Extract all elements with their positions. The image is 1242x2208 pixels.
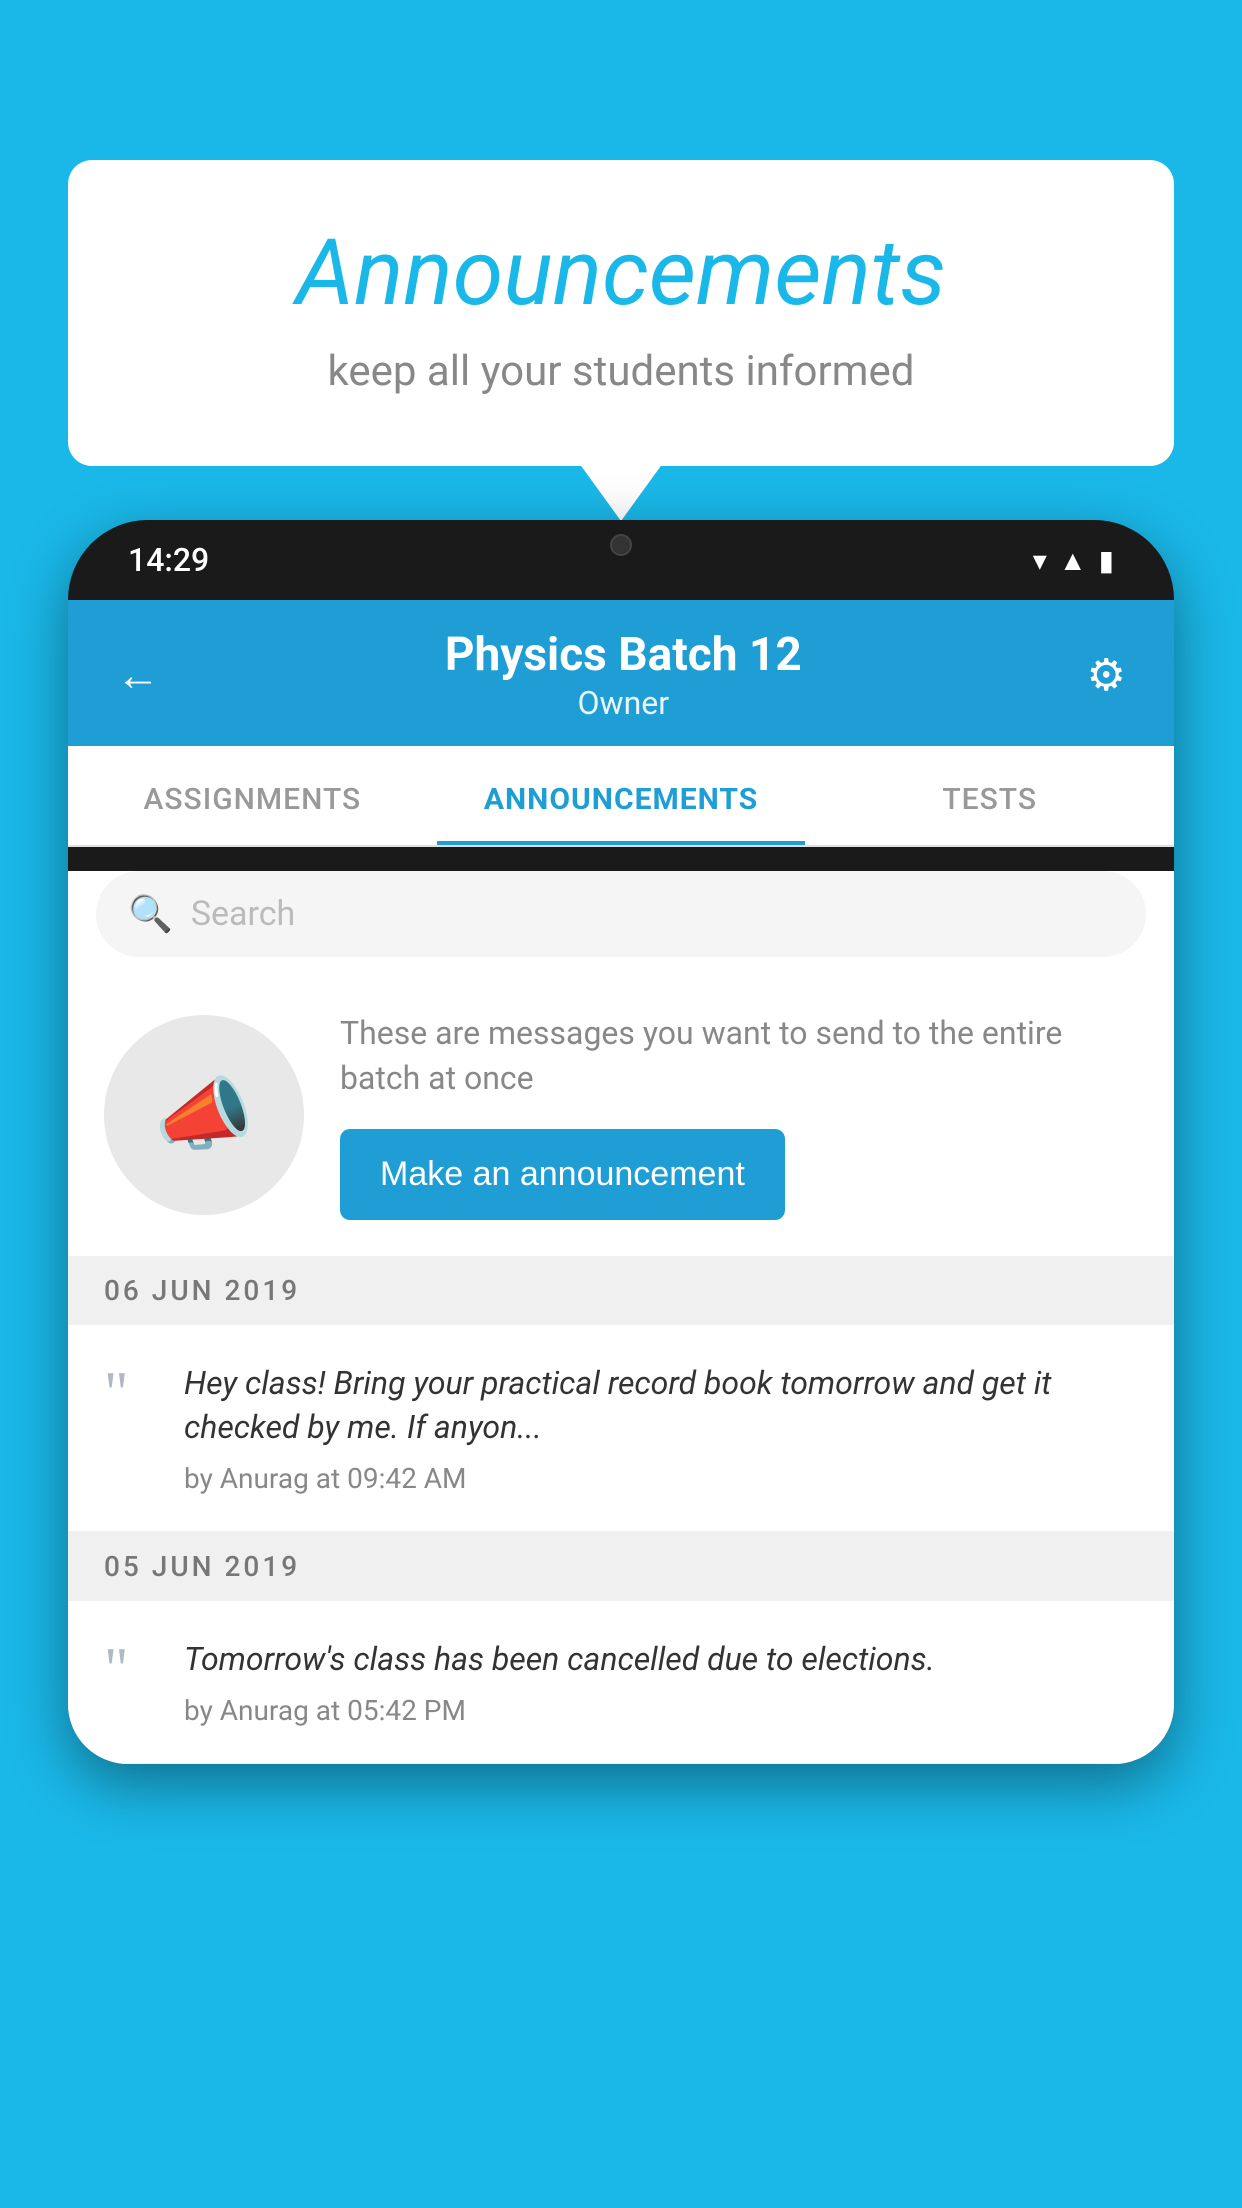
quote-icon-2: " xyxy=(104,1645,154,1693)
back-button[interactable]: ← xyxy=(116,649,160,701)
speech-bubble: Announcements keep all your students inf… xyxy=(68,160,1174,466)
phone-container: 14:29 ▾ ▲ ▮ ← Physics Batch 12 Owner ⚙ A… xyxy=(68,520,1174,2208)
speech-bubble-title: Announcements xyxy=(148,220,1094,327)
make-announcement-button[interactable]: Make an announcement xyxy=(340,1129,785,1220)
tab-tests[interactable]: TESTS xyxy=(805,746,1174,845)
settings-icon[interactable]: ⚙ xyxy=(1087,649,1126,701)
notch xyxy=(541,520,701,570)
status-time: 14:29 xyxy=(128,541,209,579)
tab-announcements[interactable]: ANNOUNCEMENTS xyxy=(437,746,806,845)
date-separator-1: 06 JUN 2019 xyxy=(68,1256,1174,1325)
date-separator-2: 05 JUN 2019 xyxy=(68,1532,1174,1601)
speech-bubble-container: Announcements keep all your students inf… xyxy=(68,160,1174,466)
megaphone-icon: 📣 xyxy=(154,1068,254,1162)
header-subtitle: Owner xyxy=(160,684,1087,722)
announcement-item-2[interactable]: " Tomorrow's class has been cancelled du… xyxy=(68,1601,1174,1764)
camera-dot xyxy=(610,534,632,556)
status-icons: ▾ ▲ ▮ xyxy=(1033,544,1114,577)
status-bar: 14:29 ▾ ▲ ▮ xyxy=(68,520,1174,600)
promo-icon-circle: 📣 xyxy=(104,1015,304,1215)
header-title: Physics Batch 12 xyxy=(160,628,1087,682)
announcement-meta-1: by Anurag at 09:42 AM xyxy=(184,1462,1138,1495)
header-center: Physics Batch 12 Owner xyxy=(160,628,1087,722)
tab-assignments[interactable]: ASSIGNMENTS xyxy=(68,746,437,845)
promo-right: These are messages you want to send to t… xyxy=(340,1011,1138,1220)
battery-icon: ▮ xyxy=(1099,544,1114,577)
speech-bubble-subtitle: keep all your students informed xyxy=(148,347,1094,396)
search-icon: 🔍 xyxy=(128,893,173,935)
tabs-container: ASSIGNMENTS ANNOUNCEMENTS TESTS xyxy=(68,746,1174,847)
announcement-content-1: Hey class! Bring your practical record b… xyxy=(184,1361,1138,1496)
announcement-meta-2: by Anurag at 05:42 PM xyxy=(184,1694,1138,1727)
quote-icon-1: " xyxy=(104,1369,154,1417)
promo-description: These are messages you want to send to t… xyxy=(340,1011,1138,1101)
phone-frame: 14:29 ▾ ▲ ▮ ← Physics Batch 12 Owner ⚙ A… xyxy=(68,520,1174,1764)
app-header: ← Physics Batch 12 Owner ⚙ xyxy=(68,600,1174,746)
signal-icon: ▲ xyxy=(1059,544,1087,577)
search-placeholder: Search xyxy=(191,894,295,934)
announcement-text-1: Hey class! Bring your practical record b… xyxy=(184,1361,1138,1451)
content-area: 🔍 Search 📣 These are messages you want t… xyxy=(68,871,1174,1764)
wifi-icon: ▾ xyxy=(1033,544,1047,577)
search-bar[interactable]: 🔍 Search xyxy=(96,871,1146,957)
announcement-item-1[interactable]: " Hey class! Bring your practical record… xyxy=(68,1325,1174,1533)
announcement-text-2: Tomorrow's class has been cancelled due … xyxy=(184,1637,1138,1682)
promo-area: 📣 These are messages you want to send to… xyxy=(68,981,1174,1256)
announcement-content-2: Tomorrow's class has been cancelled due … xyxy=(184,1637,1138,1727)
